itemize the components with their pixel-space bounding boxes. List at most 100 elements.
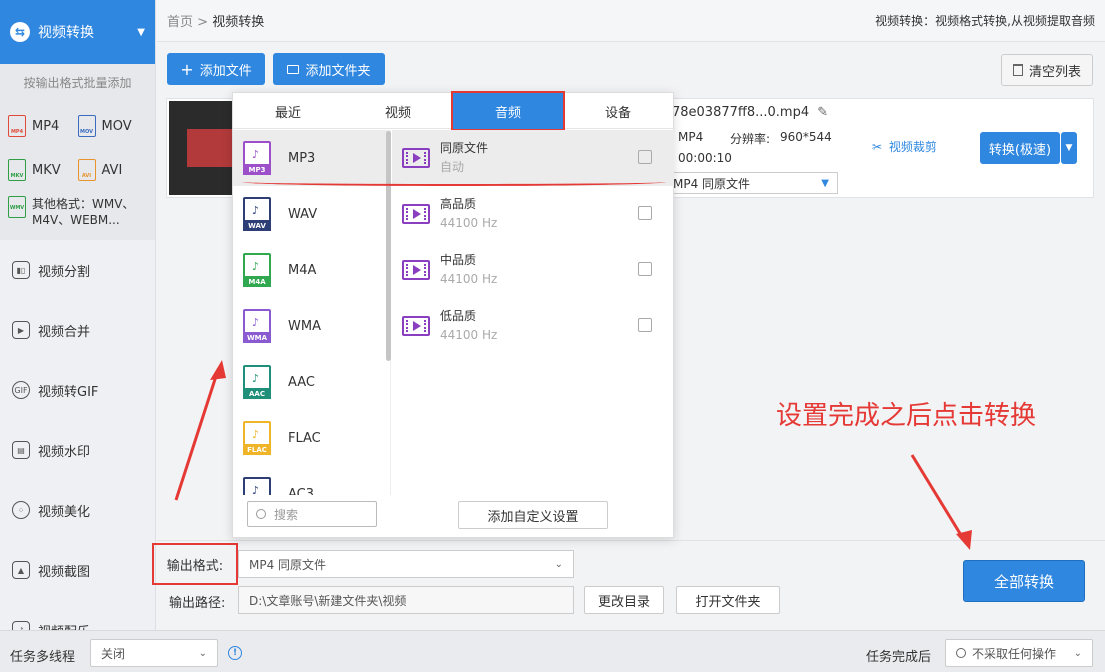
ban-icon (956, 648, 966, 658)
plus-icon: + (180, 59, 194, 79)
sidebar-item-label: 视频美化 (38, 504, 91, 520)
search-placeholder: 搜索 (274, 507, 299, 522)
output-path-input[interactable]: D:\文章账号\新建文件夹\视频 (238, 586, 574, 614)
output-format-label: 输出格式: (152, 543, 238, 585)
sidebar-item-watermark[interactable]: ▤ 视频水印 (0, 420, 155, 480)
tab-audio[interactable]: 音频 (451, 91, 565, 131)
format-mov[interactable]: MOV MOV (77, 115, 148, 137)
sidebar-item-split[interactable]: ▮▯ 视频分割 (0, 240, 155, 300)
add-folder-label: 添加文件夹 (305, 63, 371, 79)
format-item-label: AC3 (288, 486, 315, 496)
breadcrumb-separator: > (197, 15, 209, 30)
pencil-icon[interactable]: ✎ (817, 105, 828, 120)
info-icon[interactable]: ! (228, 646, 242, 660)
sidebar-item-beautify[interactable]: ⁘ 视频美化 (0, 480, 155, 540)
format-label: MOV (101, 118, 132, 134)
quality-detail: 44100 Hz (440, 272, 498, 286)
arrow-head (210, 360, 226, 380)
resolution-label: 分辨率: (730, 132, 771, 146)
sidebar-header[interactable]: ⇆ 视频转换 ▼ (0, 0, 155, 64)
after-task-select[interactable]: 不采取任何操作 ⌄ (945, 639, 1093, 667)
file-name: 78e03877ff8...0.mp4 ✎ (672, 105, 828, 120)
quality-name: 高品质 (440, 197, 477, 211)
format-item-aac[interactable]: ♪ AAC AAC (233, 354, 390, 410)
sidebar-item-merge[interactable]: ▶ 视频合并 (0, 300, 155, 360)
mp4-file-icon: MP4 (8, 115, 26, 137)
format-mp4[interactable]: MP4 MP4 (8, 115, 78, 137)
clear-list-button[interactable]: 清空列表 (1001, 54, 1093, 86)
format-list-scrollbar[interactable] (386, 131, 391, 361)
arrow-to-format-list (174, 369, 220, 501)
sidebar-item-gif[interactable]: GIF 视频转GIF (0, 360, 155, 420)
after-task-label: 任务完成后 (866, 650, 932, 665)
aac-file-icon: ♪ AAC (243, 365, 271, 399)
page-hint: 视频转换：视频格式转换,从视频提取音频 (875, 14, 1095, 28)
quality-name: 中品质 (440, 253, 477, 267)
format-item-label: MP3 (288, 150, 316, 166)
music-icon: ♪ (12, 621, 30, 630)
convert-all-button[interactable]: 全部转换 (963, 560, 1085, 602)
edit-icon[interactable] (638, 318, 652, 332)
format-item-label: FLAC (288, 430, 321, 446)
format-item-label: WAV (288, 206, 318, 222)
edit-icon[interactable] (638, 206, 652, 220)
annotation-text: 设置完成之后点击转换 (776, 401, 1037, 431)
format-other-label: 其他格式：WMV、M4V、WEBM... (32, 197, 135, 227)
tab-device[interactable]: 设备 (563, 93, 673, 129)
format-search-input[interactable]: 搜索 (247, 501, 377, 527)
format-grid: MP4 MP4 MOV MOV MKV MKV AVI AVI WMV 其他格式… (0, 100, 155, 240)
format-item-wav[interactable]: ♪ WAV WAV (233, 186, 390, 242)
convert-icon: ⇆ (10, 22, 30, 42)
format-item-wma[interactable]: ♪ WMA WMA (233, 298, 390, 354)
scissors-icon: ✂ (872, 140, 883, 154)
quality-item-low[interactable]: 低品质 44100 Hz (392, 298, 674, 354)
open-folder-button[interactable]: 打开文件夹 (676, 586, 780, 614)
quality-item-high[interactable]: 高品质 44100 Hz (392, 186, 674, 242)
image-icon: ▲ (12, 561, 30, 579)
multithread-label: 任务多线程 (10, 650, 76, 665)
after-task-value: 不采取任何操作 (972, 646, 1057, 661)
output-path-label: 输出路径: (169, 596, 226, 611)
edit-icon[interactable] (638, 262, 652, 276)
add-folder-button[interactable]: 添加文件夹 (273, 53, 385, 85)
split-icon: ▮▯ (12, 261, 30, 279)
file-name-text: 78e03877ff8...0.mp4 (672, 105, 810, 120)
tab-recent[interactable]: 最近 (233, 93, 343, 129)
sidebar-item-music[interactable]: ♪ 视频配乐 (0, 600, 155, 630)
quality-item-medium[interactable]: 中品质 44100 Hz (392, 242, 674, 298)
convert-fast-button[interactable]: 转换(极速) (980, 132, 1060, 164)
resolution-value: 960*544 (780, 130, 832, 144)
add-file-button[interactable]: + 添加文件 (167, 53, 265, 85)
change-directory-button[interactable]: 更改目录 (584, 586, 664, 614)
format-popup: 最近 视频 音频 设备 ♪ MP3 MP3 ♪ WAV WAV ♪ M4A M4A ♪… (232, 91, 675, 538)
chevron-down-icon: ▼ (821, 177, 829, 189)
output-format-value: MP4 同原文件 (249, 557, 327, 572)
format-label: MP4 (32, 118, 60, 134)
file-output-value: MP4 同原文件 (673, 176, 751, 191)
breadcrumb: 首页 > 视频转换 (167, 11, 264, 30)
format-mkv[interactable]: MKV MKV (8, 159, 78, 181)
sidebar-item-screenshot[interactable]: ▲ 视频截图 (0, 540, 155, 600)
breadcrumb-home[interactable]: 首页 (167, 15, 193, 30)
convert-dropdown-button[interactable]: ▼ (1061, 132, 1077, 164)
format-item-m4a[interactable]: ♪ M4A M4A (233, 242, 390, 298)
format-item-ac3[interactable]: ♪AC3 AC3 (233, 466, 390, 495)
tab-video[interactable]: 视频 (343, 93, 453, 129)
wma-file-icon: ♪ WMA (243, 309, 271, 343)
crop-button[interactable]: ✂ 视频裁剪 (872, 138, 937, 155)
output-format-select[interactable]: MP4 同原文件 ⌄ (238, 550, 574, 578)
format-other[interactable]: WMV 其他格式：WMV、M4V、WEBM... (8, 192, 147, 228)
file-output-select[interactable]: MP4 同原文件 ▼ (664, 172, 838, 194)
multithread-select[interactable]: 关闭 ⌄ (90, 639, 218, 667)
quality-detail: 44100 Hz (440, 216, 498, 230)
add-custom-setting-button[interactable]: 添加自定义设置 (458, 501, 608, 529)
mkv-file-icon: MKV (8, 159, 26, 181)
crop-label: 视频裁剪 (888, 140, 937, 154)
format-avi[interactable]: AVI AVI (77, 159, 148, 181)
sidebar-item-label: 视频分割 (38, 264, 91, 280)
format-item-flac[interactable]: ♪ FLAC FLAC (233, 410, 390, 466)
sidebar-header-label: 视频转换 (38, 25, 94, 41)
search-icon (256, 509, 266, 519)
sidebar-item-label: 视频转GIF (38, 384, 99, 400)
edit-icon[interactable] (638, 150, 652, 164)
